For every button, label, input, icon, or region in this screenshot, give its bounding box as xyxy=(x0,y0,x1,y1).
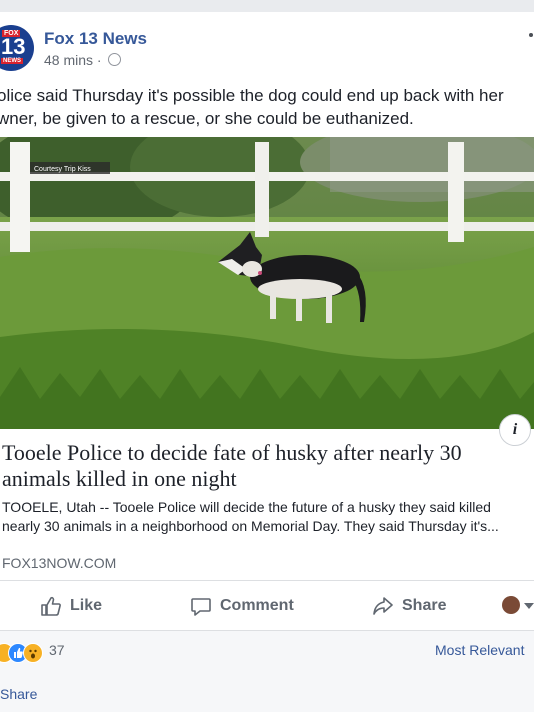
more-options-icon[interactable] xyxy=(529,33,533,37)
avatar-news-label: NEWS xyxy=(1,58,23,64)
link-description-line: TOOELE, Utah -- Tooele Police will decid… xyxy=(2,499,491,515)
globe-icon xyxy=(108,53,122,66)
comment-button[interactable]: Comment xyxy=(190,592,294,620)
page-name-link[interactable]: Fox 13 News xyxy=(44,29,147,49)
husky-in-grass-photo: Courtesy Trip Kiss xyxy=(0,137,534,429)
share-button[interactable]: Share xyxy=(372,592,446,620)
post-meta: 48 mins · xyxy=(44,52,122,68)
sort-comments-dropdown[interactable]: Most Relevant xyxy=(435,642,524,658)
avatar-number: 13 xyxy=(1,34,26,59)
comment-label: Comment xyxy=(220,597,294,614)
share-arrow-icon xyxy=(373,596,393,615)
link-preview-image[interactable]: Courtesy Trip Kiss xyxy=(0,137,534,429)
share-count-link[interactable]: Share xyxy=(0,686,37,702)
divider xyxy=(0,630,534,631)
link-domain[interactable]: FOX13NOW.COM xyxy=(2,555,116,571)
profile-avatar-small[interactable] xyxy=(502,596,520,614)
post-text: olice said Thursday it's possible the do… xyxy=(0,84,534,130)
comment-bubble-icon xyxy=(191,597,211,616)
share-label: Share xyxy=(402,597,447,614)
post-text-line: wner, be given to a rescue, or she could… xyxy=(0,109,414,128)
image-credit: Courtesy Trip Kiss xyxy=(34,166,91,173)
post-timestamp[interactable]: 48 mins xyxy=(44,52,93,68)
chevron-down-icon[interactable] xyxy=(524,603,534,609)
info-icon[interactable]: i xyxy=(499,414,531,446)
meta-separator: · xyxy=(96,52,102,68)
link-description-line: nearly 30 animals in a neighborhood on M… xyxy=(2,518,499,534)
post-text-line: olice said Thursday it's possible the do… xyxy=(0,86,504,105)
divider xyxy=(0,580,534,581)
like-button[interactable]: Like xyxy=(40,592,102,620)
wow-reaction-icon xyxy=(23,643,43,663)
reaction-count[interactable]: 37 xyxy=(49,642,65,658)
link-headline[interactable]: Tooele Police to decide fate of husky af… xyxy=(2,440,502,492)
like-label: Like xyxy=(70,597,103,614)
thumbs-up-icon xyxy=(41,596,61,616)
feed-top-gap xyxy=(0,0,534,12)
link-description[interactable]: TOOELE, Utah -- Tooele Police will decid… xyxy=(2,498,532,536)
wow-face-icon xyxy=(29,649,37,659)
